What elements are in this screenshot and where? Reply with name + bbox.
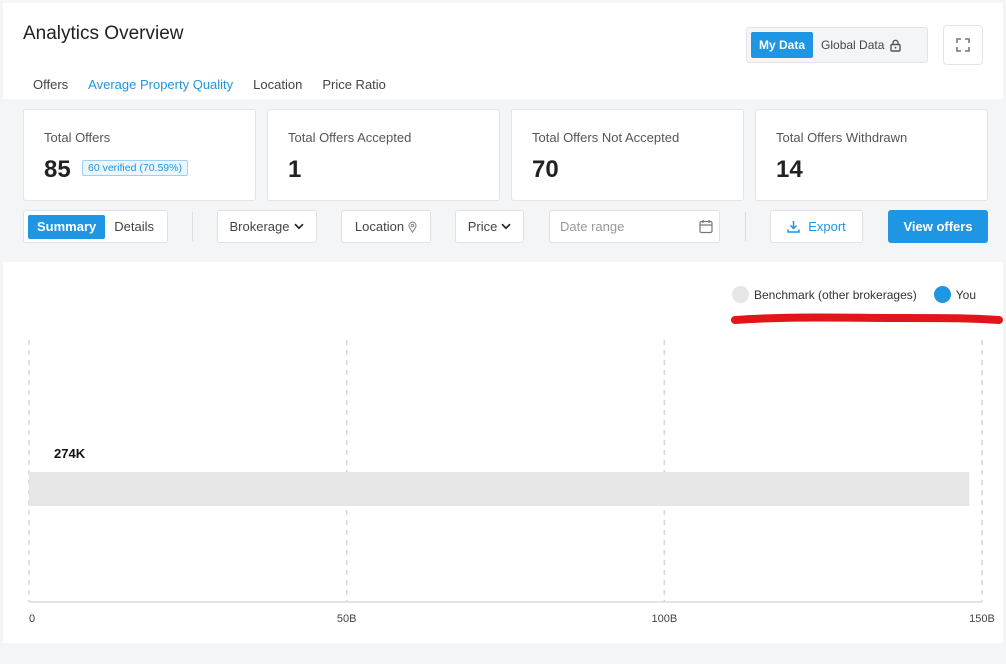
legend-benchmark-label: Benchmark (other brokerages) [754,287,917,302]
divider [745,212,746,241]
date-range-input[interactable] [549,210,720,243]
location-label: Location [354,219,405,234]
stat-label: Total Offers Withdrawn [776,130,908,145]
global-data-button[interactable]: Global Data [813,32,909,58]
tab-location[interactable]: Location [243,69,312,101]
legend-you-label: You [955,287,976,302]
stats-filter-band: Total Offers 85 60 verified (70.59%) Tot… [3,99,1003,262]
details-button[interactable]: Details [105,215,163,239]
tab-average-property-quality[interactable]: Average Property Quality [78,69,244,101]
analytics-card: Analytics Overview Offers Average Proper… [3,3,1003,643]
export-button[interactable]: Export [770,210,863,243]
data-scope-toggle: My Data Global Data [746,27,928,63]
download-icon [787,221,800,233]
chevron-down-icon [294,223,305,230]
view-offers-button[interactable]: View offers [888,210,988,243]
fullscreen-button[interactable] [943,25,983,65]
legend-benchmark-swatch [732,286,749,303]
brokerage-label: Brokerage [229,219,290,234]
legend-item-benchmark[interactable]: Benchmark (other brokerages) [732,286,917,303]
verified-badge: 60 verified (70.59%) [82,160,188,176]
legend-item-you[interactable]: You [933,286,976,303]
calendar-icon[interactable] [699,219,713,234]
stat-total-offers-withdrawn: Total Offers Withdrawn 14 [755,109,988,201]
my-data-button[interactable]: My Data [751,32,814,58]
stat-total-offers-not-accepted: Total Offers Not Accepted 70 [511,109,744,201]
stat-label: Total Offers [44,130,111,145]
chevron-down-icon [501,223,511,230]
expand-icon [956,38,970,52]
stat-total-offers-accepted: Total Offers Accepted 1 [267,109,500,201]
tab-price-ratio[interactable]: Price Ratio [312,69,396,101]
stat-value: 14 [776,156,803,183]
export-label: Export [808,219,846,234]
location-filter[interactable]: Location [341,210,431,243]
legend-you-swatch [933,286,951,303]
stat-value: 70 [532,156,559,183]
summary-button[interactable]: Summary [28,214,106,239]
brokerage-dropdown[interactable]: Brokerage [217,210,317,243]
map-pin-icon [408,221,417,233]
view-mode-toggle: Summary Details [23,210,168,243]
chart-legend: Benchmark (other brokerages) You [732,286,993,303]
price-label: Price [467,219,498,234]
stat-label: Total Offers Not Accepted [532,130,680,145]
tab-offers[interactable]: Offers [23,69,78,101]
page-title: Analytics Overview [23,23,184,44]
tab-bar: Offers Average Property Quality Location… [23,69,396,101]
stat-label: Total Offers Accepted [288,130,412,145]
stat-total-offers: Total Offers 85 60 verified (70.59%) [23,109,256,201]
lock-icon [890,39,902,52]
global-data-label: Global Data [821,38,885,52]
price-dropdown[interactable]: Price [455,210,524,243]
stat-value: 1 [288,156,302,183]
divider [192,212,193,241]
stat-value: 85 [44,156,71,183]
